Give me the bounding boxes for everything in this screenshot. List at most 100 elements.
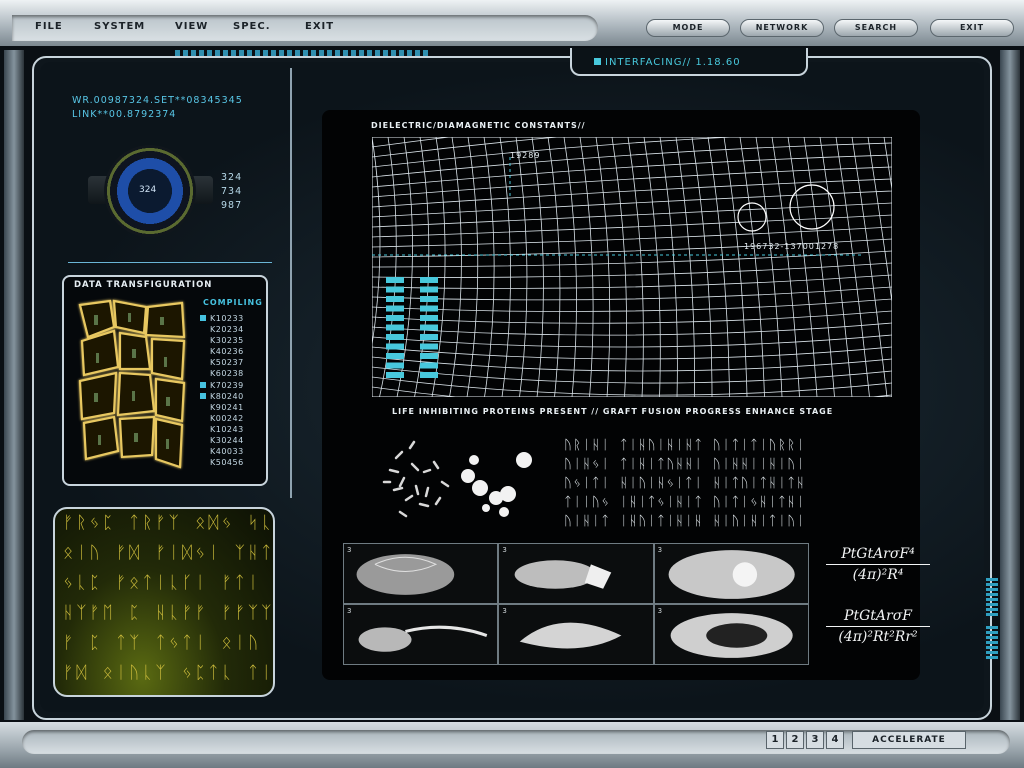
code-item: K50237 [210, 358, 244, 368]
right-meter-upper [986, 578, 998, 618]
menu-view[interactable]: VIEW [175, 21, 208, 32]
glyph-row: ᛟᛁᚢ ᚠᛞ ᚠᛁᛞᛃᛁ ᛉᚺᛏᛃ ᛉ [63, 543, 275, 563]
alien-text-row: ᛏᛁᛁᚢᛃ ᛁᚺᛁᛏᛃᛁᚺᛁᛏ ᚢᛁᛏᛁᛃᚺᛁᛏᚺᛁ [564, 495, 806, 510]
graph-bar-cell [420, 324, 438, 331]
code-item: K70239 [198, 380, 262, 391]
code-item: K40236 [210, 347, 244, 357]
graph-bar-cell [386, 334, 404, 340]
transfiguration-title: DATA TRANSFIGURATION [74, 280, 213, 290]
code-item: K30244 [210, 436, 244, 446]
code-item: K30235 [210, 336, 244, 346]
right-rail [1000, 50, 1020, 720]
graph-caption: LIFE INHIBITING PROTEINS PRESENT // GRAF… [392, 407, 834, 416]
menu-spec[interactable]: SPEC. [233, 21, 271, 32]
scan-render [358, 625, 488, 652]
readout-2: 734 [221, 186, 243, 197]
scan-render [356, 554, 455, 595]
status-square-icon [594, 58, 601, 65]
graph-bar-cell [420, 296, 438, 302]
graph-bar-cell [420, 305, 438, 312]
menu-file[interactable]: FILE [35, 21, 63, 32]
graph-bar-cell [420, 286, 438, 293]
graph-bar-cell [386, 353, 404, 359]
graph-label-a: 19289 [510, 151, 541, 160]
alien-text-block: ᚢᚱᛁᚺᛁ ᛏᛁᚺᚢᛁᚺᛁᚺᛏ ᚢᛁᛏᛁᛏᛁᚢᚱᚱᛁ ᚢᛁᚺᛃᛁ ᛏᛁᚺᛁᛏᚢᚺᚺ… [564, 436, 880, 532]
formula-2: PtGtArσF (4π)²Rt²Rr² [826, 608, 930, 645]
page-button-1[interactable]: 1 [766, 731, 784, 749]
scan-grid: 3 3 3 3 3 3 [343, 543, 809, 665]
divider [68, 262, 272, 263]
scan-index: 3 [657, 607, 663, 615]
graph-title: DIELECTRIC/DIAMAGNETIC CONSTANTS// [371, 121, 586, 130]
readout-3: 987 [221, 200, 243, 211]
graph-bar-cell [420, 372, 438, 378]
id-line-2: LINK**00.8792374 [72, 109, 177, 120]
left-rail [4, 50, 24, 720]
menu-system[interactable]: SYSTEM [94, 21, 145, 32]
exit-button[interactable]: EXIT [930, 19, 1014, 37]
code-item: K20234 [210, 325, 244, 335]
graph-bar-cell [420, 334, 438, 340]
scan-index: 3 [657, 546, 663, 554]
glyph-row: ᚠᚱᛃᛈ ᛏᚱᚠᛉ ᛟᛞᛃ ᛋᚳᛉᛏ [63, 513, 275, 533]
scan-image[interactable]: 3 [344, 605, 498, 664]
interfacing-status: INTERFACING// 1.18.60 [594, 57, 741, 68]
scan-index: 3 [502, 546, 507, 554]
search-button[interactable]: SEARCH [834, 19, 918, 37]
code-item: K10233 [198, 313, 262, 324]
graph-bar-cell [386, 372, 404, 378]
network-button[interactable]: NETWORK [740, 19, 824, 37]
right-meter-lower [986, 626, 998, 661]
graph-bar-cell [386, 305, 404, 312]
code-list: K10233 K20234 K30235 K40236 K50237 K60238 K702… [198, 313, 262, 468]
readout-1: 324 [221, 172, 243, 183]
scan-image[interactable]: 3 [654, 544, 808, 603]
scan-image[interactable]: 3 [499, 605, 653, 664]
scan-index: 3 [347, 607, 352, 615]
formula-1-denominator: (4π)²R⁴ [852, 567, 904, 583]
constants-graph [372, 137, 892, 397]
glyph-panel: ᚠᚱᛃᛈ ᛏᚱᚠᛉ ᛟᛞᛃ ᛋᚳᛉᛏ ᛟᛁᚢ ᚠᛞ ᚠᛁᛞᛃᛁ ᛉᚺᛏᛃ ᛉ ᛃᚳᛈ… [53, 507, 275, 697]
scan-render [520, 622, 622, 649]
graph-bar-cell [386, 343, 404, 350]
glyph-row: ᚠᛞ ᛟᛁᚢᚳᛉ ᛃᛈᛏᚳ ᛏᛁᚢᛏ [63, 663, 275, 683]
menu-exit[interactable]: EXIT [305, 21, 334, 32]
dial-value: 324 [139, 185, 157, 195]
code-item: K10243 [210, 424, 244, 434]
page-button-3[interactable]: 3 [806, 731, 824, 749]
code-item: K00242 [210, 413, 244, 423]
alien-text-row: ᚢᚱᛁᚺᛁ ᛏᛁᚺᚢᛁᚺᛁᚺᛏ ᚢᛁᛏᛁᛏᛁᚢᚱᚱᛁ [564, 438, 806, 453]
graph-label-b: 196732-137001278 [744, 242, 840, 251]
formula-2-numerator: PtGtArσF [826, 608, 930, 627]
code-item: K80240 [198, 391, 262, 402]
id-line-1: WR.00987324.SET**08345345 [72, 95, 243, 106]
scan-image[interactable]: 3 [344, 544, 498, 603]
alien-text-row: ᚢᛁᚺᛃᛁ ᛏᛁᚺᛁᛏᚢᚺᚺᛁ ᚢᛁᚺᚺᛁᛁᚺᛁᚢᛁ [564, 457, 806, 472]
graph-bar-cell [420, 362, 438, 369]
scan-render [668, 550, 795, 599]
chromosome-image [382, 440, 532, 518]
graph-bar-cell [420, 315, 438, 321]
graph-bar-cell [386, 277, 404, 283]
mode-button[interactable]: MODE [646, 19, 730, 37]
alien-text-row: ᚢᛁᚺᛁᛏ ᛁᚺᚢᛁᛏᛁᚺᛁᚺ ᚺᛁᚢᛁᚺᛁᛏᛁᚢᛁ [564, 514, 806, 529]
page-button-4[interactable]: 4 [826, 731, 844, 749]
code-item: K40033 [210, 447, 244, 457]
glyph-row: ᚠ ᛈ ᛏᛉ ᛏᛃᛏᛁ ᛟᛁᚢ ᚠᛞ [63, 633, 273, 653]
accelerate-button[interactable]: ACCELERATE [852, 731, 966, 749]
scan-image[interactable]: 3 [654, 605, 808, 664]
scan-image[interactable]: 3 [499, 544, 653, 603]
code-item: K90241 [210, 402, 244, 412]
interfacing-text: INTERFACING// 1.18.60 [605, 57, 741, 68]
compiling-status: COMPILING [203, 298, 263, 307]
scan-index: 3 [347, 546, 352, 554]
page-button-2[interactable]: 2 [786, 731, 804, 749]
formula-1: PtGtArσF⁴ (4π)²R⁴ [826, 546, 930, 583]
alien-text-row: ᚢᛃᛁᛏᛁ ᚺᛁᚢᛁᚺᛃᛁᛏᛁ ᚺᛁᛏᚢᛁᛏᚺᛁᛏᚺ [564, 476, 806, 491]
glyph-row: ᚺᛉᚠᛖ ᛈ ᚺᚳᚠᚠ ᚠᚠᛉᛉ [63, 603, 275, 623]
cell-structure-image [78, 299, 186, 469]
formula-1-numerator: PtGtArσF⁴ [826, 546, 930, 565]
graph-bar-cell [386, 286, 404, 293]
graph-bar-cell [386, 296, 404, 302]
glyph-row: ᛃᚳᛈ ᚠᛟᛏᛁᚳᚴᛁ ᚠᛏᛁ ᛏ [63, 573, 275, 593]
